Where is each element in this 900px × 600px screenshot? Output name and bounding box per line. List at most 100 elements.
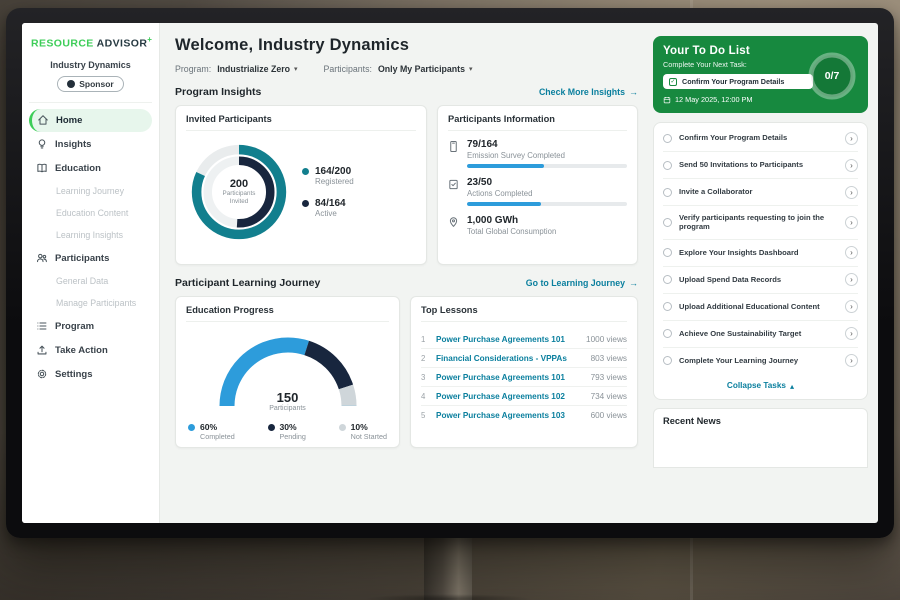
chevron-up-icon: ▴ <box>790 381 794 391</box>
lesson-views: 1000 views <box>586 335 627 344</box>
task-checkbox[interactable] <box>663 275 672 284</box>
sidebar-item-general-data[interactable]: General Data <box>29 271 152 292</box>
task-checkbox[interactable] <box>663 329 672 338</box>
task-label: Confirm Your Program Details <box>679 133 838 143</box>
todo-panel: Your To Do List Complete Your Next Task:… <box>646 23 878 523</box>
check-more-insights-link[interactable]: Check More Insights → <box>539 87 638 97</box>
metric-body: 1,000 GWh Total Global Consumption <box>467 215 627 236</box>
lightbulb-icon <box>36 138 48 150</box>
sidebar-item-label: Home <box>56 115 82 126</box>
task-checkbox[interactable] <box>663 134 672 143</box>
task-row[interactable]: Upload Spend Data Records › <box>663 267 858 294</box>
brand-secondary: ADVISOR <box>97 38 148 50</box>
chevron-right-icon[interactable]: › <box>845 246 858 259</box>
sidebar-item-education-content[interactable]: Education Content <box>29 203 152 224</box>
sidebar-item-settings[interactable]: Settings <box>29 363 152 386</box>
sidebar-item-label: Participants <box>55 253 109 264</box>
lesson-link[interactable]: Power Purchase Agreements 101 <box>436 335 579 344</box>
task-row[interactable]: Confirm Your Program Details › <box>663 125 858 152</box>
chevron-right-icon[interactable]: › <box>845 273 858 286</box>
metric-label: Total Global Consumption <box>467 227 627 236</box>
sidebar-item-learning-journey[interactable]: Learning Journey <box>29 181 152 202</box>
chevron-right-icon[interactable]: › <box>845 300 858 313</box>
invited-participants-card: Invited Participants 200 Participants In… <box>175 105 427 265</box>
chevron-right-icon[interactable]: › <box>845 132 858 145</box>
lesson-rank: 5 <box>421 411 429 420</box>
go-to-learning-journey-link[interactable]: Go to Learning Journey → <box>526 278 638 288</box>
sidebar-item-participants[interactable]: Participants <box>29 247 152 270</box>
list-icon <box>36 320 48 332</box>
task-list: Confirm Your Program Details › Send 50 I… <box>653 122 868 400</box>
insights-cards-row: Invited Participants 200 Participants In… <box>175 105 638 265</box>
sidebar-item-program[interactable]: Program <box>29 315 152 338</box>
task-label: Complete Your Learning Journey <box>679 356 838 366</box>
chevron-down-icon: ▾ <box>294 65 298 73</box>
chevron-right-icon[interactable]: › <box>845 354 858 367</box>
journey-cards-row: Education Progress 150 Participants <box>175 296 638 448</box>
chevron-right-icon[interactable]: › <box>845 186 858 199</box>
lesson-views: 600 views <box>591 411 627 420</box>
task-checkbox[interactable] <box>663 161 672 170</box>
sidebar-item-label: Insights <box>55 139 91 150</box>
task-checkbox[interactable] <box>663 218 672 227</box>
chevron-right-icon[interactable]: › <box>845 159 858 172</box>
task-checkbox[interactable] <box>663 302 672 311</box>
task-label: Explore Your Insights Dashboard <box>679 248 838 258</box>
progress-track <box>467 164 627 168</box>
lesson-link[interactable]: Power Purchase Agreements 103 <box>436 411 584 420</box>
chevron-down-icon: ▾ <box>469 65 473 73</box>
task-checkbox[interactable] <box>663 356 672 365</box>
page-title: Welcome, Industry Dynamics <box>175 36 638 55</box>
sidebar-item-home[interactable]: Home <box>29 109 152 132</box>
chevron-right-icon[interactable]: › <box>845 216 858 229</box>
next-task-pill[interactable]: ✓ Confirm Your Program Details <box>663 74 813 89</box>
sidebar-item-insights[interactable]: Insights <box>29 133 152 156</box>
arrow-right-icon: → <box>629 87 638 97</box>
sidebar-item-label: Manage Participants <box>56 298 136 308</box>
task-checkbox[interactable] <box>663 188 672 197</box>
task-row[interactable]: Verify participants requesting to join t… <box>663 206 858 240</box>
sponsor-badge[interactable]: Sponsor <box>57 76 123 92</box>
checkbox-icon[interactable]: ✓ <box>669 78 677 86</box>
lesson-views: 734 views <box>591 392 627 401</box>
collapse-label: Collapse Tasks <box>727 381 786 390</box>
lesson-row: 2 Financial Considerations - VPPAs 803 v… <box>421 349 627 368</box>
gauge-legend: 60% Completed 30% Pending 10% Not Starte… <box>186 422 389 441</box>
donut-center: 200 Participants Invited <box>186 139 292 245</box>
monitor-stand <box>424 534 472 600</box>
recent-news-card: Recent News <box>653 408 868 468</box>
sidebar: RESOURCE ADVISOR+ Industry Dynamics Spon… <box>22 23 160 523</box>
sidebar-item-take-action[interactable]: Take Action <box>29 339 152 362</box>
task-row[interactable]: Send 50 Invitations to Participants › <box>663 152 858 179</box>
top-lessons-card: Top Lessons 1 Power Purchase Agreements … <box>410 296 638 448</box>
lesson-link[interactable]: Power Purchase Agreements 102 <box>436 392 584 401</box>
sidebar-item-learning-insights[interactable]: Learning Insights <box>29 225 152 246</box>
brand-plus: + <box>147 35 152 44</box>
lesson-rank: 2 <box>421 354 429 363</box>
task-row[interactable]: Upload Additional Educational Content › <box>663 294 858 321</box>
next-task-label: Confirm Your Program Details <box>682 77 784 86</box>
lesson-link[interactable]: Power Purchase Agreements 101 <box>436 373 584 382</box>
task-checkbox[interactable] <box>663 248 672 257</box>
task-row[interactable]: Invite a Collaborator › <box>663 179 858 206</box>
donut-label: Participants Invited <box>217 190 261 206</box>
task-row[interactable]: Explore Your Insights Dashboard › <box>663 240 858 267</box>
task-row[interactable]: Complete Your Learning Journey › <box>663 348 858 374</box>
invited-body: 200 Participants Invited 164/200 Registe… <box>186 139 416 245</box>
arrow-right-icon: → <box>629 278 638 288</box>
task-label: Achieve One Sustainability Target <box>679 329 838 339</box>
program-select[interactable]: Industrialize Zero ▾ <box>217 64 297 74</box>
calendar-icon <box>663 96 671 104</box>
participants-select[interactable]: Only My Participants ▾ <box>378 64 473 74</box>
education-gauge-chart: 150 Participants <box>213 330 363 414</box>
sidebar-item-manage-participants[interactable]: Manage Participants <box>29 293 152 314</box>
legend-value: 164/200 <box>315 166 354 177</box>
chevron-right-icon[interactable]: › <box>845 327 858 340</box>
link-label: Go to Learning Journey <box>526 278 625 288</box>
collapse-tasks-link[interactable]: Collapse Tasks ▴ <box>663 374 858 397</box>
lesson-link[interactable]: Financial Considerations - VPPAs <box>436 354 584 363</box>
task-row[interactable]: Achieve One Sustainability Target › <box>663 321 858 348</box>
sidebar-item-label: General Data <box>56 276 108 286</box>
sidebar-item-education[interactable]: Education <box>29 157 152 180</box>
legend-dot-icon <box>188 424 195 431</box>
